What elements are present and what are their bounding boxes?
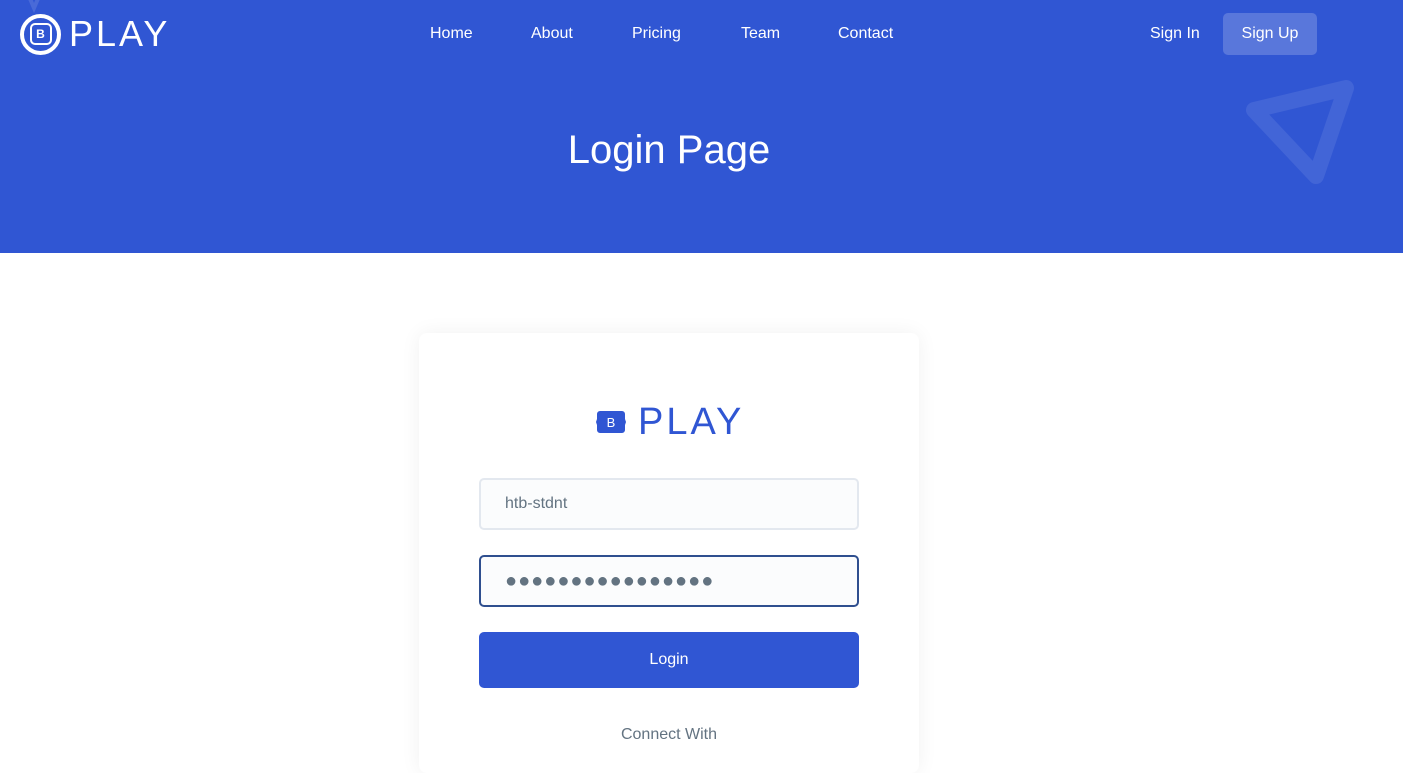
card-logo-letter: B	[607, 415, 616, 430]
login-card: B PLAY Login Connect With	[419, 333, 919, 773]
nav-contact-link[interactable]: Contact	[838, 22, 893, 46]
bootstrap-logo-icon: B	[20, 13, 61, 55]
logo-badge-letter: B	[29, 23, 52, 45]
nav-home-link[interactable]: Home	[430, 22, 473, 46]
login-button[interactable]: Login	[479, 632, 859, 688]
sign-in-link[interactable]: Sign In	[1150, 22, 1200, 46]
page-title: Login Page	[567, 128, 771, 172]
connect-with-label: Connect With	[620, 726, 718, 743]
hero-banner: B PLAY Home About Pricing Team Contact S…	[0, 0, 1403, 253]
decorative-shape	[28, 0, 40, 14]
card-logo: B PLAY	[596, 403, 744, 441]
card-logo-text: PLAY	[638, 401, 745, 443]
sign-up-button[interactable]: Sign Up	[1223, 13, 1317, 55]
password-input[interactable]	[479, 555, 859, 607]
site-logo[interactable]: B PLAY	[20, 13, 170, 55]
bootstrap-logo-icon: B	[596, 411, 626, 433]
nav-pricing-link[interactable]: Pricing	[632, 22, 681, 46]
nav-team-link[interactable]: Team	[741, 22, 780, 46]
nav-about-link[interactable]: About	[531, 22, 573, 46]
logo-text: PLAY	[69, 13, 171, 54]
username-input[interactable]	[479, 478, 859, 530]
